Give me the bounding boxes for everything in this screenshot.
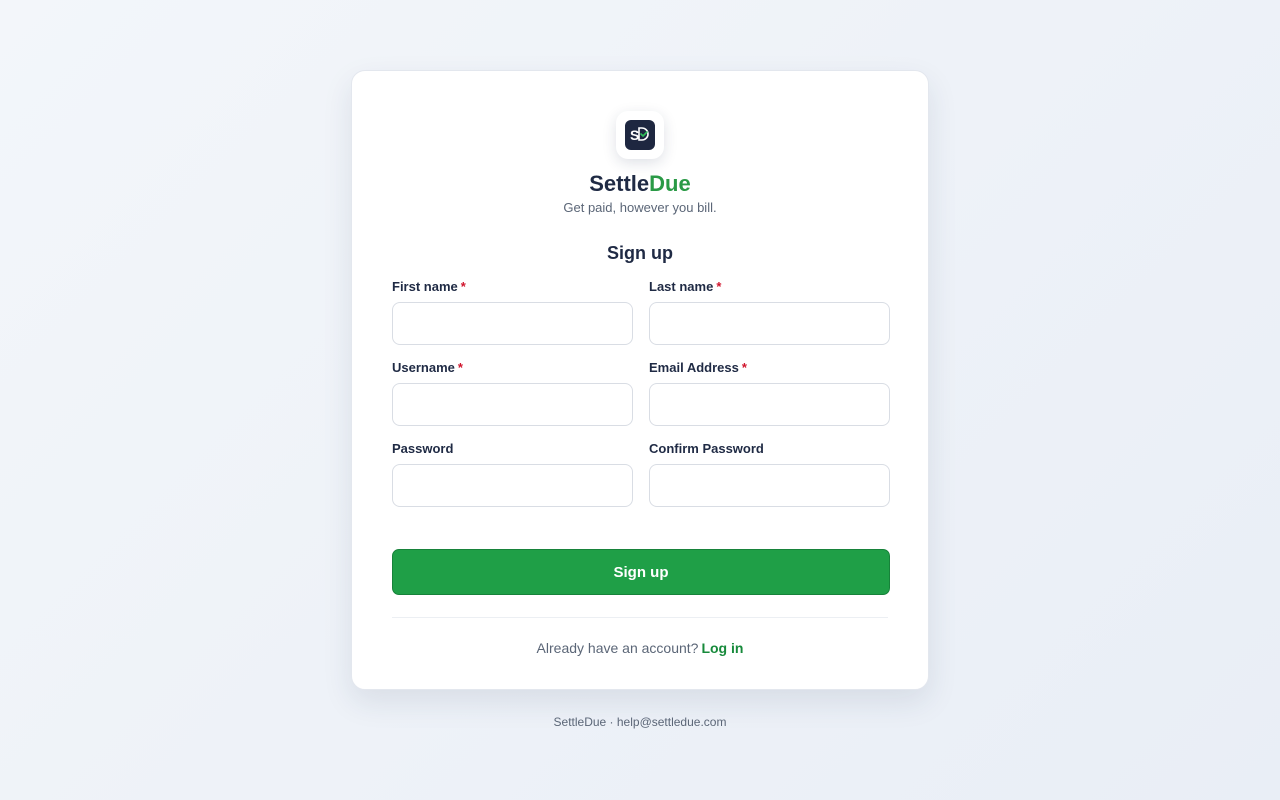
first-name-field-group: First name * [392, 278, 633, 345]
username-label: Username * [392, 360, 463, 375]
signup-form: First name * Last name * Username * Email A… [392, 278, 890, 507]
email-input[interactable] [649, 383, 890, 426]
confirm-password-field-group: Confirm Password [649, 440, 890, 507]
tagline: Get paid, however you bill. [563, 200, 717, 215]
log-in-link[interactable]: Log in [701, 640, 743, 656]
login-prompt-text: Already have an account? [536, 640, 699, 656]
required-mark: * [457, 360, 463, 375]
logo: S [616, 111, 664, 159]
password-field-group: Password [392, 440, 633, 507]
first-name-label: First name * [392, 279, 466, 294]
email-label: Email Address * [649, 360, 747, 375]
required-mark: * [716, 279, 722, 294]
brand-name: SettleDue [392, 171, 888, 197]
signup-card: S SettleDue Get paid, however you bill. … [351, 70, 929, 690]
brand-name-accent: Due [649, 171, 691, 196]
required-mark: * [460, 279, 466, 294]
username-field-group: Username * [392, 359, 633, 426]
divider [392, 617, 888, 618]
confirm-password-label: Confirm Password [649, 441, 764, 456]
last-name-input[interactable] [649, 302, 890, 345]
required-mark: * [741, 360, 747, 375]
brand-name-primary: Settle [589, 171, 650, 196]
last-name-label: Last name * [649, 279, 722, 294]
password-label: Password [392, 441, 454, 456]
footer: SettleDue · help@settledue.com [553, 715, 727, 729]
first-name-input[interactable] [392, 302, 633, 345]
form-title: Sign up [607, 243, 673, 263]
password-input[interactable] [392, 464, 633, 507]
login-prompt: Already have an account? Log in [392, 639, 888, 657]
svg-text:S: S [630, 127, 639, 143]
username-input[interactable] [392, 383, 633, 426]
sign-up-button[interactable]: Sign up [392, 549, 890, 595]
last-name-field-group: Last name * [649, 278, 890, 345]
sd-monogram-icon: S [625, 120, 655, 150]
confirm-password-input[interactable] [649, 464, 890, 507]
email-field-group: Email Address * [649, 359, 890, 426]
